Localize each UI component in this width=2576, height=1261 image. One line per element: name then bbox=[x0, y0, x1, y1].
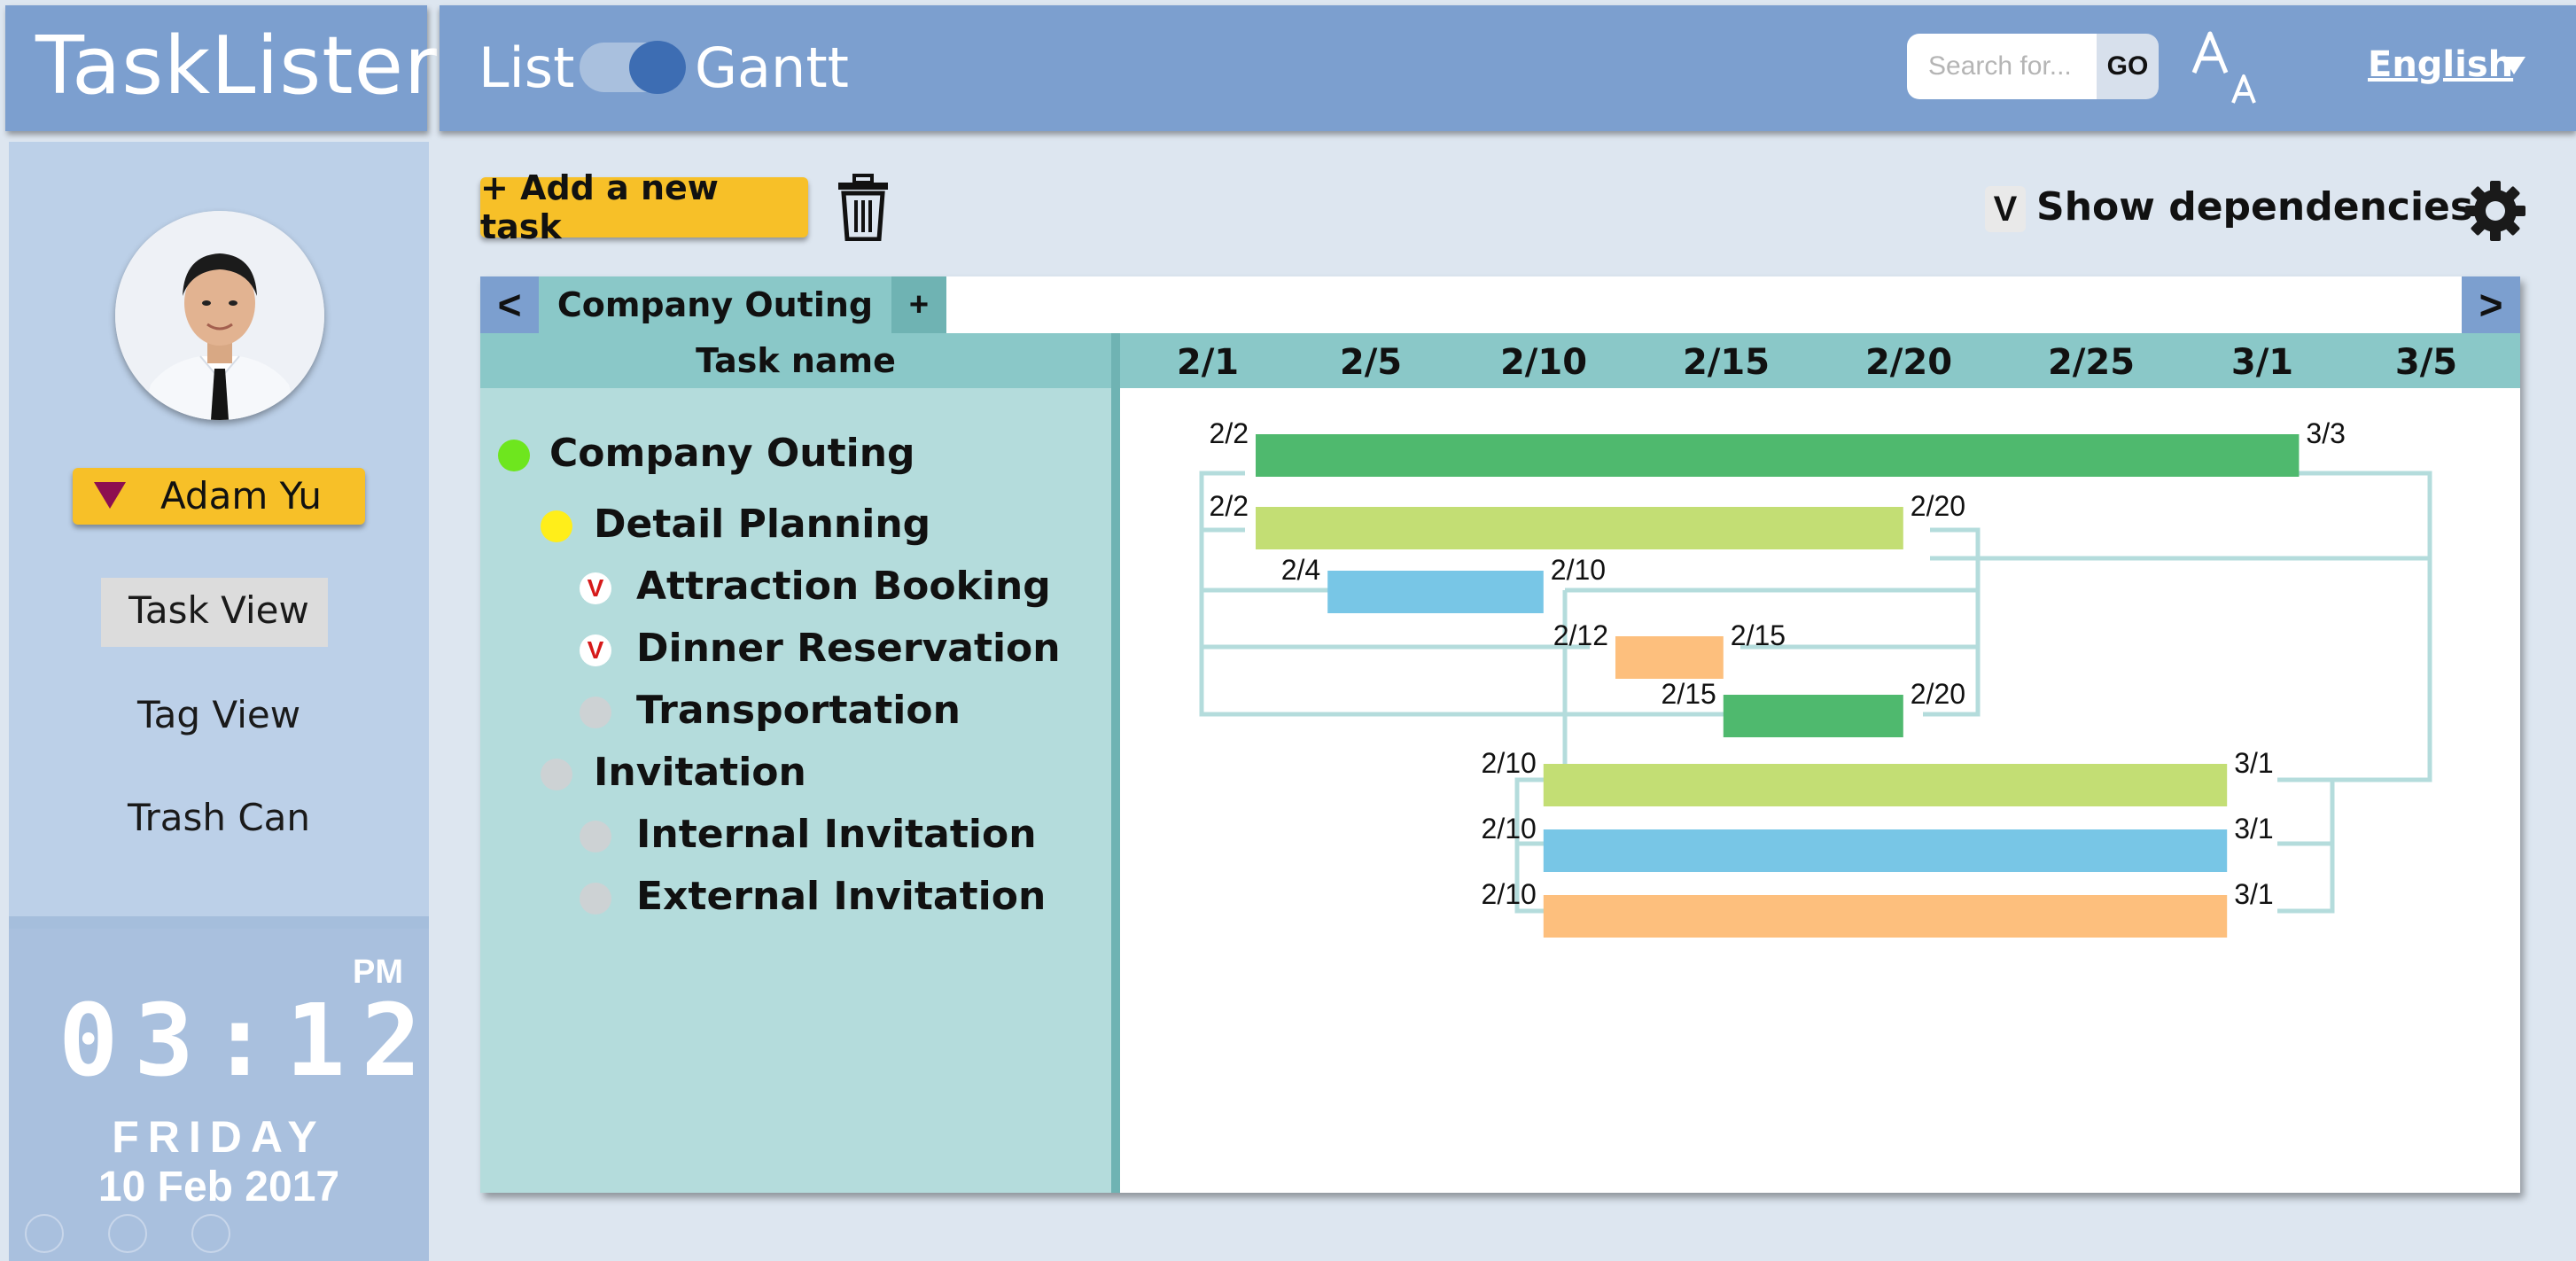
date-label: 2/25 bbox=[2047, 342, 2136, 383]
bar-end-label: 2/15 bbox=[1731, 619, 1786, 651]
tab-company-outing[interactable]: Company Outing bbox=[539, 276, 891, 333]
date-label: 2/1 bbox=[1176, 342, 1240, 383]
search-input[interactable] bbox=[1907, 34, 2097, 99]
tab-add-button[interactable]: + bbox=[891, 276, 946, 333]
task-name[interactable]: Attraction Booking bbox=[636, 564, 1051, 609]
clock-date: 10 Feb 2017 bbox=[97, 1164, 340, 1210]
language-select[interactable]: English bbox=[2368, 44, 2513, 85]
gantt-bar[interactable] bbox=[1543, 895, 2228, 938]
search-go-button[interactable]: GO bbox=[2097, 34, 2159, 99]
task-name[interactable]: Internal Invitation bbox=[636, 812, 1037, 857]
bar-end-label: 2/20 bbox=[1911, 490, 1965, 522]
gantt-bar[interactable] bbox=[1256, 434, 2300, 477]
task-status-dot[interactable] bbox=[580, 821, 611, 852]
bar-start-label: 2/12 bbox=[1553, 619, 1608, 651]
date-label: 2/20 bbox=[1864, 342, 1953, 383]
gantt-bar[interactable] bbox=[1543, 764, 2228, 806]
task-name[interactable]: Transportation bbox=[636, 688, 961, 733]
column-resize-handle[interactable] bbox=[1111, 333, 1120, 1193]
gantt-bar[interactable] bbox=[1256, 507, 1903, 549]
bar-end-label: 2/20 bbox=[1911, 678, 1965, 710]
task-check-icon[interactable]: V bbox=[580, 634, 611, 666]
date-label: 3/5 bbox=[2394, 342, 2458, 383]
task-name[interactable]: Invitation bbox=[594, 750, 806, 795]
bar-start-label: 2/10 bbox=[1482, 747, 1537, 779]
bar-start-label: 2/2 bbox=[1210, 417, 1249, 449]
dependency-line bbox=[1930, 471, 2432, 561]
font-size-icon[interactable] bbox=[2189, 27, 2269, 106]
search-icon[interactable] bbox=[108, 1214, 147, 1253]
more-icon[interactable] bbox=[191, 1214, 230, 1253]
task-status-dot[interactable] bbox=[498, 440, 530, 471]
bar-end-label: 2/10 bbox=[1551, 554, 1606, 586]
gantt-bar[interactable] bbox=[1723, 695, 1903, 737]
show-dependencies-checkbox[interactable]: V bbox=[1985, 186, 2026, 232]
bar-end-label: 3/3 bbox=[2306, 417, 2345, 449]
task-status-dot[interactable] bbox=[580, 697, 611, 728]
task-name[interactable]: Detail Planning bbox=[594, 502, 930, 547]
user-avatar[interactable] bbox=[115, 211, 324, 420]
task-name[interactable]: External Invitation bbox=[636, 874, 1046, 919]
tab-next-button[interactable]: > bbox=[2462, 276, 2520, 333]
gear-icon[interactable] bbox=[2463, 179, 2527, 243]
date-label: 2/10 bbox=[1499, 342, 1588, 383]
sidebar-divider bbox=[9, 916, 429, 929]
date-header bbox=[1120, 333, 2520, 388]
chevron-down-icon[interactable] bbox=[2501, 51, 2527, 78]
tab-prev-button[interactable]: < bbox=[480, 276, 539, 333]
task-status-dot[interactable] bbox=[580, 883, 611, 915]
clock-time: 03:12 bbox=[58, 984, 438, 1099]
nav-task-view[interactable]: Task View bbox=[9, 588, 429, 632]
gantt-view-label[interactable]: Gantt bbox=[695, 35, 849, 100]
date-label: 2/15 bbox=[1682, 342, 1771, 383]
task-status-dot[interactable] bbox=[541, 759, 572, 790]
task-status-dot[interactable] bbox=[541, 510, 572, 542]
dependency-line bbox=[2291, 473, 2432, 782]
nav-tag-view[interactable]: Tag View bbox=[9, 693, 429, 736]
date-label: 3/1 bbox=[2230, 342, 2294, 383]
bar-start-label: 2/10 bbox=[1482, 878, 1537, 910]
bar-end-label: 3/1 bbox=[2234, 813, 2273, 845]
task-name[interactable]: Dinner Reservation bbox=[636, 626, 1061, 671]
home-icon[interactable] bbox=[25, 1214, 64, 1253]
trash-icon[interactable] bbox=[837, 174, 890, 241]
show-dependencies-label[interactable]: Show dependencies bbox=[2036, 184, 2473, 230]
gantt-chart: 2/2 3/3 2/2 2/20 2/4 2/10 2/12 2/15 2/15 2/20 2/10… bbox=[1199, 417, 2432, 938]
bar-start-label: 2/2 bbox=[1210, 490, 1249, 522]
nav-trash-can[interactable]: Trash Can bbox=[9, 796, 429, 839]
date-label: 2/5 bbox=[1339, 342, 1403, 383]
app-title: TaskLister bbox=[35, 19, 438, 113]
gantt-bar[interactable] bbox=[1615, 636, 1724, 679]
user-photo-icon bbox=[115, 211, 324, 420]
bar-start-label: 2/4 bbox=[1281, 554, 1320, 586]
view-toggle-knob[interactable] bbox=[629, 41, 686, 94]
task-check-icon[interactable]: V bbox=[580, 572, 611, 604]
add-task-button[interactable]: + Add a new task bbox=[480, 168, 808, 246]
bar-start-label: 2/10 bbox=[1482, 813, 1537, 845]
gantt-bar[interactable] bbox=[1543, 829, 2228, 872]
bar-start-label: 2/15 bbox=[1662, 678, 1716, 710]
clock-day: FRIDAY bbox=[112, 1112, 326, 1162]
user-name: Adam Yu bbox=[160, 474, 323, 518]
task-name-header: Task name bbox=[480, 333, 1111, 388]
list-view-label[interactable]: List bbox=[479, 35, 574, 100]
bar-end-label: 3/1 bbox=[2234, 747, 2273, 779]
search-box bbox=[1907, 34, 2097, 99]
gantt-bar[interactable] bbox=[1327, 571, 1544, 613]
bar-end-label: 3/1 bbox=[2234, 878, 2273, 910]
user-menu-button[interactable]: Adam Yu bbox=[73, 468, 365, 525]
task-name[interactable]: Company Outing bbox=[549, 431, 915, 476]
